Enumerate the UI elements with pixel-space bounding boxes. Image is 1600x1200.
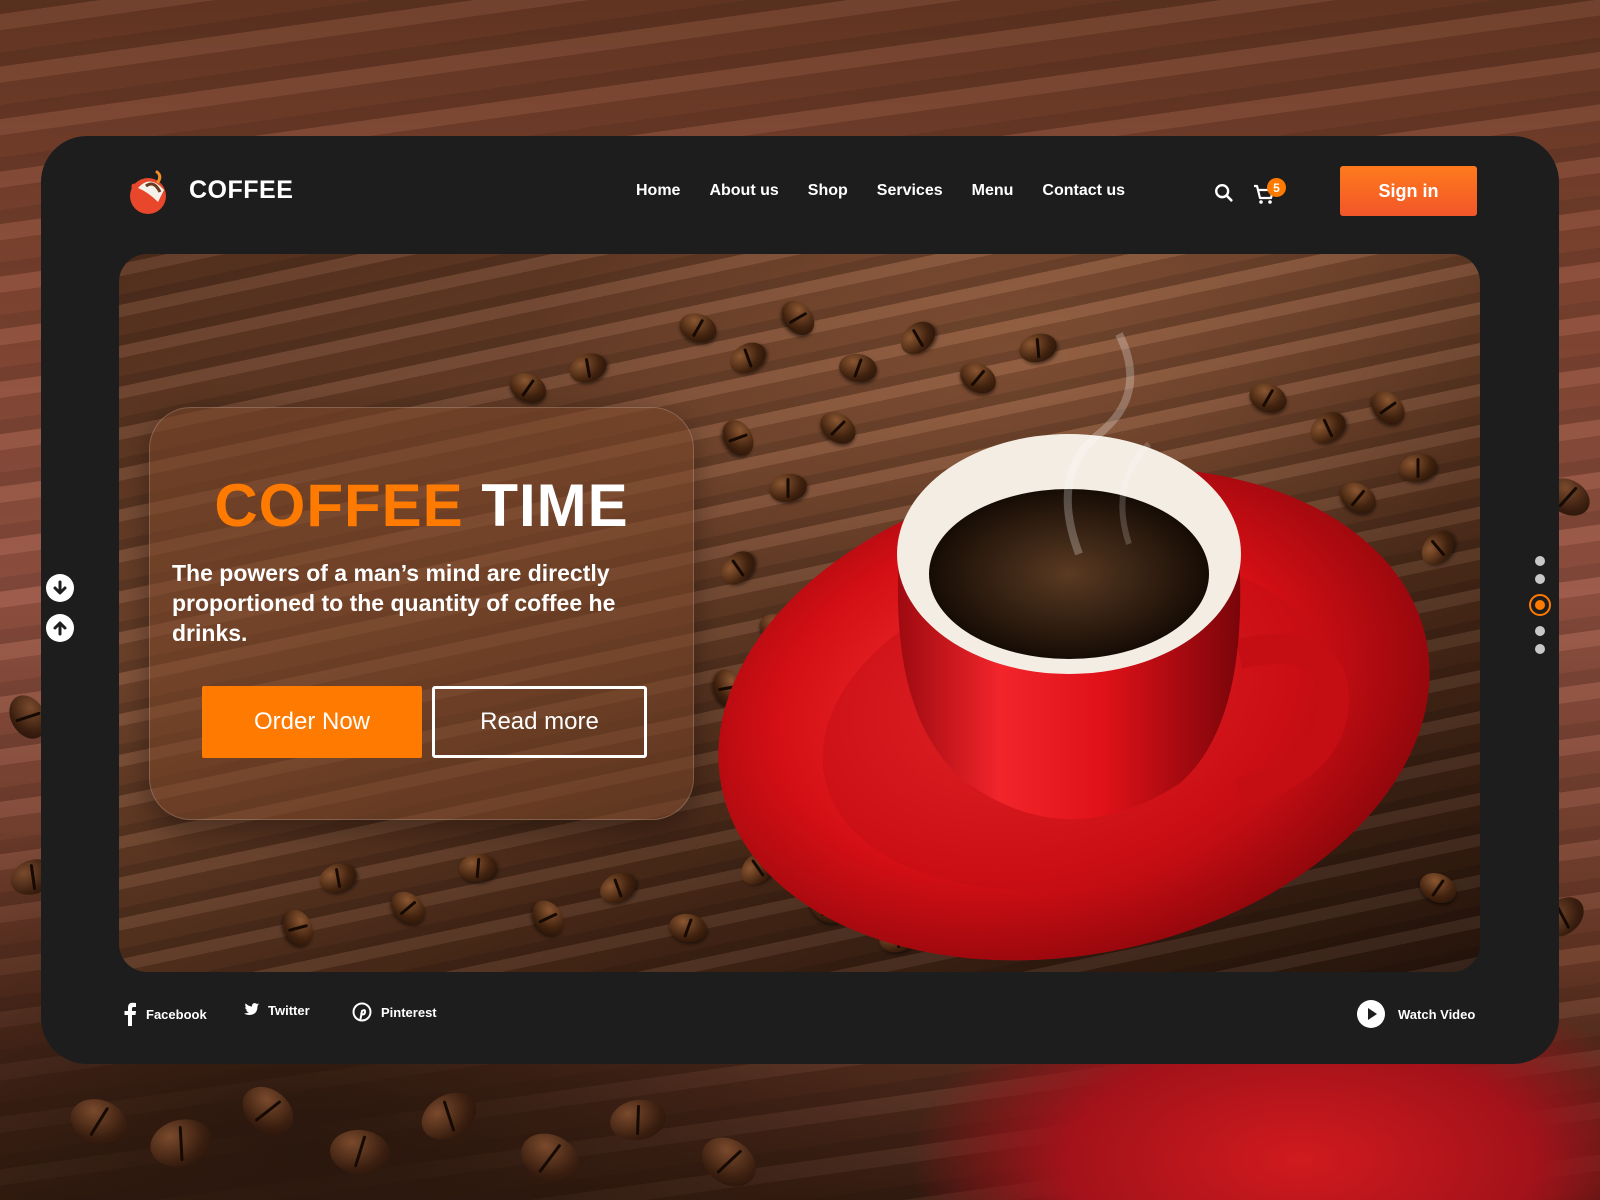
facebook-icon xyxy=(124,1002,136,1026)
arrow-down-icon xyxy=(53,580,67,595)
brand-name[interactable]: COFFEE xyxy=(189,176,293,205)
twitter-icon xyxy=(244,1003,259,1015)
nav-services[interactable]: Services xyxy=(877,182,943,200)
scroll-up-button[interactable] xyxy=(46,614,74,642)
background-bean xyxy=(233,1076,303,1146)
nav-menu[interactable]: Menu xyxy=(972,182,1014,200)
main-nav: Home About us Shop Services Menu Contact… xyxy=(636,182,1125,200)
nav-shop[interactable]: Shop xyxy=(808,182,848,200)
watch-video-label: Watch Video xyxy=(1398,1006,1476,1022)
header: COFFEE Home About us Shop Services Menu … xyxy=(41,136,1559,248)
play-icon xyxy=(1357,1000,1385,1028)
pinterest-icon xyxy=(352,1002,372,1022)
background-bean xyxy=(145,1112,217,1174)
slider-dot-2[interactable] xyxy=(1535,574,1545,584)
search-icon[interactable] xyxy=(1213,182,1235,204)
footer: Facebook Twitter Pinterest Watch Video xyxy=(41,994,1559,1034)
facebook-link[interactable]: Facebook xyxy=(123,1002,207,1026)
hero-title: COFFEE TIME xyxy=(150,476,693,536)
sign-in-button[interactable]: Sign in xyxy=(1340,166,1477,216)
arrow-up-icon xyxy=(53,621,67,636)
pinterest-label: Pinterest xyxy=(381,1004,437,1020)
slider-dot-active[interactable] xyxy=(1529,594,1551,616)
nav-contact-us[interactable]: Contact us xyxy=(1042,182,1125,200)
scroll-down-button[interactable] xyxy=(46,574,74,602)
twitter-label: Twitter xyxy=(268,1002,310,1018)
hero-content-panel: COFFEE TIME The powers of a man’s mind a… xyxy=(149,407,694,820)
background-bean xyxy=(64,1091,134,1153)
hero-quote: The powers of a man’s mind are directly … xyxy=(172,560,616,646)
background-bean xyxy=(413,1083,485,1149)
hero-banner: COFFEE TIME The powers of a man’s mind a… xyxy=(119,254,1480,972)
read-more-button[interactable]: Read more xyxy=(432,686,647,758)
twitter-link[interactable]: Twitter xyxy=(241,1002,310,1018)
coffee-logo-icon xyxy=(130,170,166,214)
background-bean xyxy=(513,1124,587,1192)
main-card: COFFEE Home About us Shop Services Menu … xyxy=(41,136,1559,1064)
background-bean xyxy=(606,1095,670,1145)
background-bean xyxy=(692,1127,766,1197)
slider-pagination xyxy=(1525,136,1555,1064)
slider-dot-5[interactable] xyxy=(1535,644,1545,654)
background-bean xyxy=(328,1127,392,1177)
order-now-button[interactable]: Order Now xyxy=(202,686,422,758)
hero-title-accent: COFFEE xyxy=(214,472,464,539)
slider-dot-1[interactable] xyxy=(1535,556,1545,566)
nav-about-us[interactable]: About us xyxy=(709,182,778,200)
watch-video-link[interactable]: Watch Video xyxy=(1356,999,1475,1029)
facebook-label: Facebook xyxy=(146,1006,207,1022)
slider-dot-4[interactable] xyxy=(1535,626,1545,636)
hero-title-plain: TIME xyxy=(481,472,629,539)
cart-count-badge: 5 xyxy=(1267,178,1286,197)
nav-home[interactable]: Home xyxy=(636,182,680,200)
pinterest-link[interactable]: Pinterest xyxy=(352,1002,437,1022)
